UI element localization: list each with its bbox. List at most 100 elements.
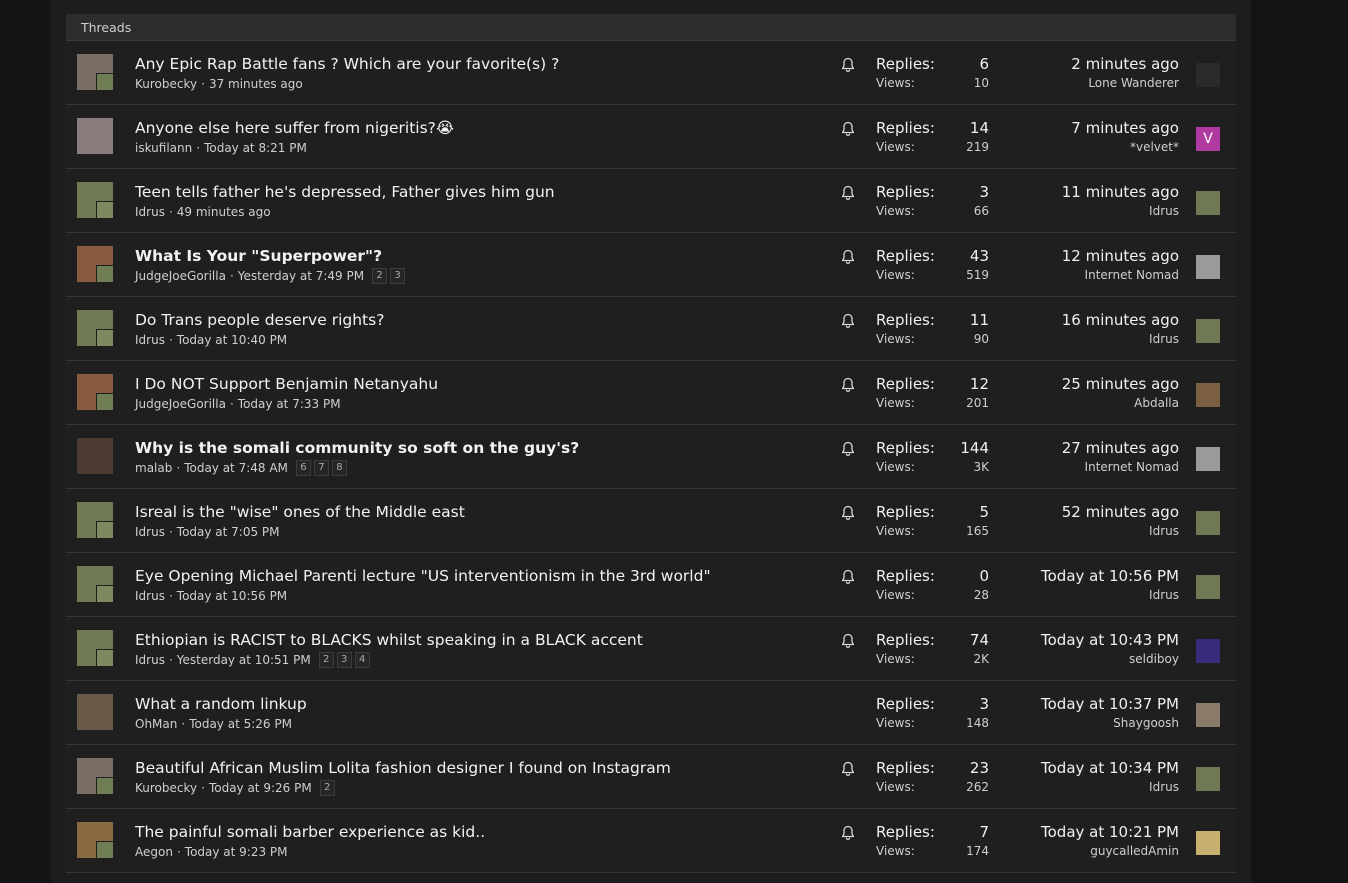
thread-start-date[interactable]: Today at 10:40 PM [177,332,287,348]
last-post-time[interactable]: Today at 10:43 PM [1041,631,1179,649]
thread-author[interactable]: OhMan [135,716,177,732]
thread-title[interactable]: Anyone else here suffer from nigeritis?😭 [135,118,454,138]
thread-row[interactable]: Isreal is the "wise" ones of the Middle … [66,489,1236,553]
thread-author[interactable]: Idrus [135,204,165,220]
thread-title[interactable]: Beautiful African Muslim Lolita fashion … [135,758,671,778]
thread-title[interactable]: Any Epic Rap Battle fans ? Which are you… [135,54,559,74]
last-post-user[interactable]: *velvet* [1130,140,1179,154]
thread-author[interactable]: Idrus [135,588,165,604]
bell-icon[interactable] [841,569,855,585]
author-avatar[interactable] [77,758,113,794]
last-post-user[interactable]: Lone Wanderer [1088,76,1179,90]
bell-icon[interactable] [841,121,855,137]
last-post-time[interactable]: 12 minutes ago [1062,247,1179,265]
thread-row[interactable]: I Do NOT Support Benjamin Netanyahu Judg… [66,361,1236,425]
last-post-user[interactable]: Abdalla [1134,396,1179,410]
bell-icon[interactable] [841,185,855,201]
page-link[interactable]: 3 [390,268,406,284]
thread-row[interactable]: Do Trans people deserve rights? Idrus · … [66,297,1236,361]
last-poster-avatar[interactable] [1196,767,1220,791]
thread-start-date[interactable]: Today at 8:21 PM [204,140,307,156]
last-post-user[interactable]: Shaygoosh [1113,716,1179,730]
thread-author[interactable]: Idrus [135,652,165,668]
thread-start-date[interactable]: Today at 7:33 PM [238,396,341,412]
bell-icon[interactable] [841,825,855,841]
last-post-time[interactable]: Today at 10:21 PM [1041,823,1179,841]
thread-title[interactable]: Eye Opening Michael Parenti lecture "US … [135,566,711,586]
author-avatar[interactable] [77,502,113,538]
thread-start-date[interactable]: Today at 10:56 PM [177,588,287,604]
last-post-user[interactable]: guycalledAmin [1090,844,1179,858]
last-post-time[interactable]: 16 minutes ago [1062,311,1179,329]
bell-icon[interactable] [841,57,855,73]
last-post-user[interactable]: Idrus [1149,588,1179,602]
thread-title[interactable]: Isreal is the "wise" ones of the Middle … [135,502,465,522]
author-avatar[interactable] [77,374,113,410]
last-post-time[interactable]: Today at 10:37 PM [1041,695,1179,713]
last-post-time[interactable]: 7 minutes ago [1071,119,1179,137]
bell-icon[interactable] [841,633,855,649]
last-post-time[interactable]: Today at 10:56 PM [1041,567,1179,585]
author-avatar[interactable] [77,182,113,218]
last-poster-avatar[interactable] [1196,511,1220,535]
thread-author[interactable]: Kurobecky [135,780,197,796]
author-avatar[interactable] [77,246,113,282]
last-post-time[interactable]: 52 minutes ago [1062,503,1179,521]
thread-start-date[interactable]: 49 minutes ago [177,204,271,220]
last-post-time[interactable]: Today at 10:34 PM [1041,759,1179,777]
last-post-user[interactable]: Idrus [1149,524,1179,538]
thread-start-date[interactable]: Today at 5:26 PM [189,716,292,732]
thread-row[interactable]: Any Epic Rap Battle fans ? Which are you… [66,41,1236,105]
page-link[interactable]: 3 [336,652,352,668]
last-post-time[interactable]: 25 minutes ago [1062,375,1179,393]
thread-author[interactable]: Kurobecky [135,76,197,92]
thread-title[interactable]: Teen tells father he's depressed, Father… [135,182,555,202]
thread-author[interactable]: Aegon [135,844,173,860]
last-post-user[interactable]: Idrus [1149,204,1179,218]
last-post-time[interactable]: 11 minutes ago [1062,183,1179,201]
thread-title[interactable]: What Is Your "Superpower"? [135,246,382,266]
author-avatar[interactable] [77,438,113,474]
last-post-time[interactable]: 27 minutes ago [1062,439,1179,457]
last-post-user[interactable]: Idrus [1149,780,1179,794]
last-poster-avatar[interactable] [1196,383,1220,407]
thread-row[interactable]: Beautiful African Muslim Lolita fashion … [66,745,1236,809]
author-avatar[interactable] [77,54,113,90]
last-poster-avatar[interactable] [1196,255,1220,279]
thread-start-date[interactable]: Today at 7:48 AM [184,460,288,476]
last-post-user[interactable]: Internet Nomad [1085,460,1179,474]
page-link[interactable]: 2 [319,780,335,796]
bell-icon[interactable] [841,313,855,329]
last-poster-avatar[interactable] [1196,831,1220,855]
thread-author[interactable]: iskufilann [135,140,192,156]
last-post-user[interactable]: Internet Nomad [1085,268,1179,282]
thread-title[interactable]: Do Trans people deserve rights? [135,310,384,330]
last-poster-avatar[interactable]: V [1196,127,1220,151]
thread-title[interactable]: Why is the somali community so soft on t… [135,438,579,458]
thread-start-date[interactable]: Yesterday at 10:51 PM [177,652,311,668]
bell-icon[interactable] [841,441,855,457]
thread-author[interactable]: JudgeJoeGorilla [135,268,226,284]
last-poster-avatar[interactable] [1196,639,1220,663]
thread-start-date[interactable]: Yesterday at 7:49 PM [238,268,364,284]
last-poster-avatar[interactable] [1196,447,1220,471]
author-avatar[interactable] [77,310,113,346]
page-link[interactable]: 8 [331,460,347,476]
thread-row[interactable]: Ethiopian is RACIST to BLACKS whilst spe… [66,617,1236,681]
last-post-user[interactable]: seldiboy [1129,652,1179,666]
thread-row[interactable]: Anyone else here suffer from nigeritis?😭… [66,105,1236,169]
last-post-user[interactable]: Idrus [1149,332,1179,346]
page-link[interactable]: 2 [372,268,388,284]
thread-author[interactable]: Idrus [135,524,165,540]
thread-start-date[interactable]: 37 minutes ago [209,76,303,92]
author-avatar[interactable] [77,694,113,730]
thread-start-date[interactable]: Today at 9:26 PM [209,780,312,796]
thread-row[interactable]: The painful somali barber experience as … [66,809,1236,873]
thread-title[interactable]: Ethiopian is RACIST to BLACKS whilst spe… [135,630,643,650]
thread-title[interactable]: The painful somali barber experience as … [135,822,485,842]
last-poster-avatar[interactable] [1196,63,1220,87]
bell-icon[interactable] [841,377,855,393]
thread-start-date[interactable]: Today at 7:05 PM [177,524,280,540]
author-avatar[interactable] [77,822,113,858]
page-link[interactable]: 6 [295,460,311,476]
